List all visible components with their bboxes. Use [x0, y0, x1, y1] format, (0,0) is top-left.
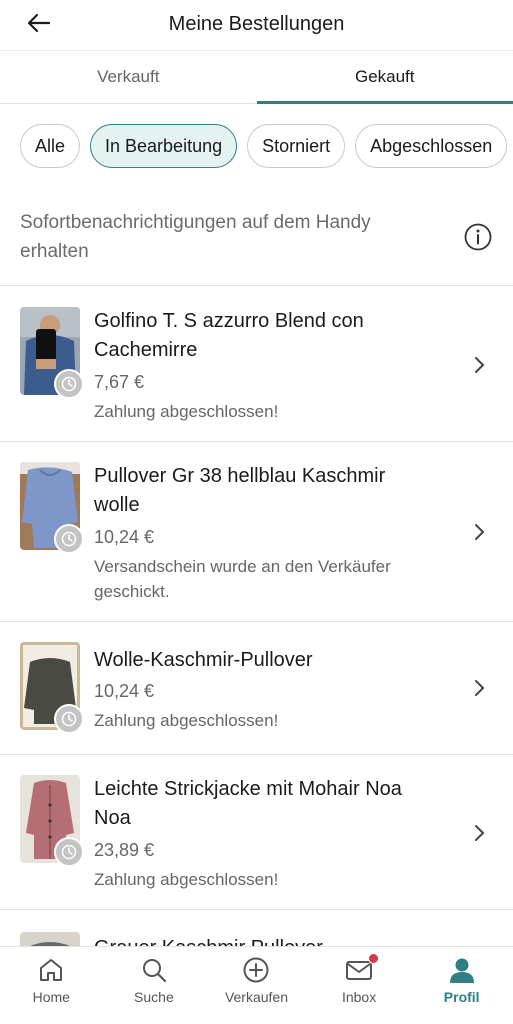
nav-search-label: Suche [134, 989, 174, 1005]
plus-circle-icon [243, 957, 269, 983]
filter-chip-in-bearbeitung[interactable]: In Bearbeitung [90, 124, 238, 168]
order-item[interactable]: Golfino T. S azzurro Blend con Cachemirr… [0, 287, 513, 442]
filter-chip-abgeschlossen[interactable]: Abgeschlossen [355, 124, 508, 168]
home-icon [40, 959, 63, 981]
pending-clock-icon [54, 524, 84, 554]
bottom-navigation: Home Suche Verkaufen Inbox Profil [0, 946, 513, 1024]
order-title: Pullover Gr 38 hellblau Kaschmir wolle [94, 465, 386, 516]
profile-icon [449, 958, 474, 983]
app-screen: Meine Bestellungen Verkauft Gekauft Alle… [0, 0, 513, 1024]
order-status: Zahlung abgeschlossen! [94, 402, 279, 421]
notification-badge [367, 953, 379, 964]
page-title: Meine Bestellungen [168, 12, 345, 35]
nav-inbox-label: Inbox [341, 989, 377, 1005]
order-title: Golfino T. S azzurro Blend con Cachemirr… [94, 310, 364, 361]
nav-profile[interactable]: Profil [410, 947, 513, 1024]
nav-search[interactable]: Suche [103, 947, 206, 1024]
filter-chips: Alle In Bearbeitung Storniert Abgeschlos… [20, 124, 513, 170]
order-item[interactable]: Pullover Gr 38 hellblau Kaschmir wolle 1… [0, 442, 513, 622]
nav-profile-label: Profil [443, 989, 480, 1005]
order-price: 10,24 € [94, 681, 155, 701]
tab-bar: Verkauft Gekauft [0, 50, 513, 104]
tab-gekauft[interactable]: Gekauft [256, 51, 513, 104]
arrow-left-icon [27, 13, 51, 33]
order-price: 23,89 € [94, 840, 155, 860]
order-item[interactable]: Wolle-Kaschmir-Pullover 10,24 € Zahlung … [0, 622, 513, 755]
back-button[interactable] [22, 8, 56, 38]
order-status: Zahlung abgeschlossen! [94, 711, 279, 730]
chevron-right-icon [475, 680, 485, 696]
pending-clock-icon [54, 369, 84, 399]
info-icon[interactable] [463, 222, 493, 252]
order-status: Versandschein wurde an den Verkäufer ges… [94, 557, 391, 601]
order-price: 7,67 € [94, 372, 145, 392]
chevron-right-icon [475, 825, 485, 841]
order-title: Leichte Strickjacke mit Mohair Noa Noa [94, 778, 402, 829]
order-status: Zahlung abgeschlossen! [94, 870, 279, 889]
chevron-right-icon [475, 524, 485, 540]
tab-verkauft[interactable]: Verkauft [0, 51, 257, 103]
chevron-right-icon [475, 357, 485, 373]
order-item[interactable]: Leichte Strickjacke mit Mohair Noa Noa 2… [0, 755, 513, 910]
nav-home[interactable]: Home [0, 947, 103, 1024]
order-price: 10,24 € [94, 527, 155, 547]
nav-home-label: Home [32, 989, 70, 1005]
pending-clock-icon [54, 837, 84, 867]
top-bar: Meine Bestellungen [0, 0, 513, 48]
order-title: Wolle-Kaschmir-Pullover [94, 649, 313, 671]
push-notification-row[interactable]: Sofortbenachrichtigungen auf dem Handy e… [0, 190, 513, 286]
filter-chip-alle[interactable]: Alle [20, 124, 81, 168]
nav-sell-label: Verkaufen [224, 989, 289, 1005]
search-icon [142, 959, 166, 983]
filter-chip-storniert[interactable]: Storniert [247, 124, 346, 168]
notification-text: Sofortbenachrichtigungen auf dem Handy e… [20, 212, 371, 262]
pending-clock-icon [54, 704, 84, 734]
nav-inbox[interactable]: Inbox [308, 947, 411, 1024]
nav-sell[interactable]: Verkaufen [205, 947, 308, 1024]
